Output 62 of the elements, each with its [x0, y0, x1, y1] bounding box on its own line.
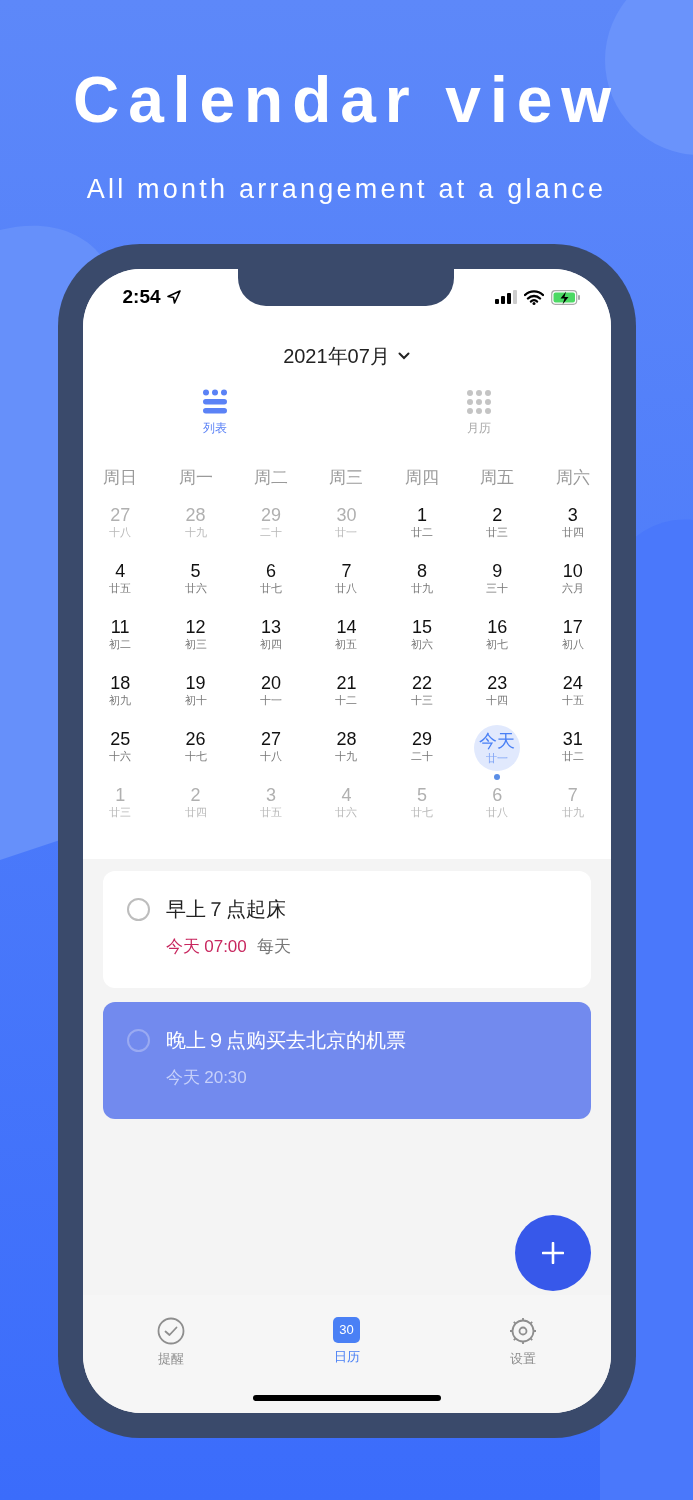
- reminder-checkbox[interactable]: [126, 1028, 150, 1052]
- plus-icon: [541, 1241, 564, 1264]
- grid-icon: [465, 389, 492, 415]
- bottom-tab[interactable]: 30 日历: [258, 1317, 435, 1373]
- weekday-label: 周一: [177, 467, 214, 489]
- calendar-day[interactable]: 14 初五: [335, 616, 358, 651]
- calendar-day[interactable]: 23 十四: [486, 672, 509, 707]
- chevron-down-icon: [397, 352, 410, 360]
- calendar-day[interactable]: 11 初二: [109, 616, 132, 651]
- calendar-day[interactable]: 28 十九: [335, 728, 358, 763]
- calendar-day[interactable]: 26 十七: [184, 728, 207, 763]
- battery-charging-icon: [550, 289, 581, 305]
- reminder-card[interactable]: 早上７点起床 今天 07:00 每天: [102, 870, 591, 988]
- calendar-day[interactable]: 16 初七: [486, 616, 509, 651]
- calendar-day[interactable]: 21 十二: [335, 672, 358, 707]
- weekday-label: 周五: [479, 467, 516, 489]
- reminder-checkbox[interactable]: [126, 897, 150, 921]
- reminder-title: 早上７点起床: [165, 896, 287, 922]
- calendar-day[interactable]: 25 十六: [109, 728, 132, 763]
- settings-icon: [508, 1317, 537, 1345]
- check-circle-icon: [156, 1317, 185, 1345]
- calendar-day[interactable]: 13 初四: [260, 616, 283, 651]
- calendar-day[interactable]: 10 六月: [561, 560, 584, 595]
- subtitle: All month arrangement at a glance: [86, 173, 607, 206]
- calendar-day[interactable]: 19 初十: [184, 672, 207, 707]
- status-time: 2:54: [122, 284, 161, 309]
- list-icon: [201, 389, 228, 415]
- reminder-repeat: 每天: [256, 935, 291, 958]
- reminder-time: 今天 20:30: [165, 1066, 247, 1089]
- weekday-label: 周三: [328, 467, 365, 489]
- calendar-day[interactable]: 9 三十: [486, 560, 509, 595]
- calendar-day[interactable]: 12 初三: [184, 616, 207, 651]
- view-tab[interactable]: 列表: [82, 389, 347, 437]
- wifi-icon: [523, 289, 544, 305]
- calendar-day[interactable]: 8 廿九: [410, 560, 433, 595]
- calendar-day[interactable]: 18 初九: [109, 672, 132, 707]
- calendar-day[interactable]: 29 二十: [410, 728, 433, 763]
- location-arrow-icon: [166, 290, 181, 304]
- calendar-day[interactable]: 1 廿二: [410, 504, 433, 539]
- headline: Calendar view: [73, 63, 620, 138]
- reminder-time: 今天 07:00: [165, 935, 247, 958]
- calendar-day[interactable]: 31 廿二: [561, 728, 584, 763]
- calendar-day[interactable]: 7 廿八: [335, 560, 358, 595]
- calendar-day[interactable]: 6 廿七: [260, 560, 283, 595]
- weekday-label: 周日: [102, 467, 139, 489]
- weekday-label: 周二: [253, 467, 290, 489]
- calendar-day[interactable]: 3 廿四: [561, 504, 584, 539]
- calendar-day[interactable]: 27 十八: [260, 728, 283, 763]
- calendar-day[interactable]: 17 初八: [561, 616, 584, 651]
- calendar-day[interactable]: 4 廿五: [109, 560, 132, 595]
- calendar-day[interactable]: 2 廿三: [486, 504, 509, 539]
- calendar-icon: 30: [333, 1317, 360, 1343]
- calendar-day[interactable]: 24 十五: [561, 672, 584, 707]
- weekday-label: 周六: [554, 467, 591, 489]
- month-picker[interactable]: 2021年07月: [283, 341, 410, 371]
- reminder-title: 晚上９点购买去北京的机票: [165, 1027, 406, 1053]
- weekday-label: 周四: [403, 467, 440, 489]
- calendar-day[interactable]: 20 十一: [260, 672, 283, 707]
- signal-icon: [494, 290, 517, 304]
- calendar-day[interactable]: 5 廿六: [184, 560, 207, 595]
- calendar-day[interactable]: 15 初六: [410, 616, 433, 651]
- calendar-day[interactable]: 22 十三: [410, 672, 433, 707]
